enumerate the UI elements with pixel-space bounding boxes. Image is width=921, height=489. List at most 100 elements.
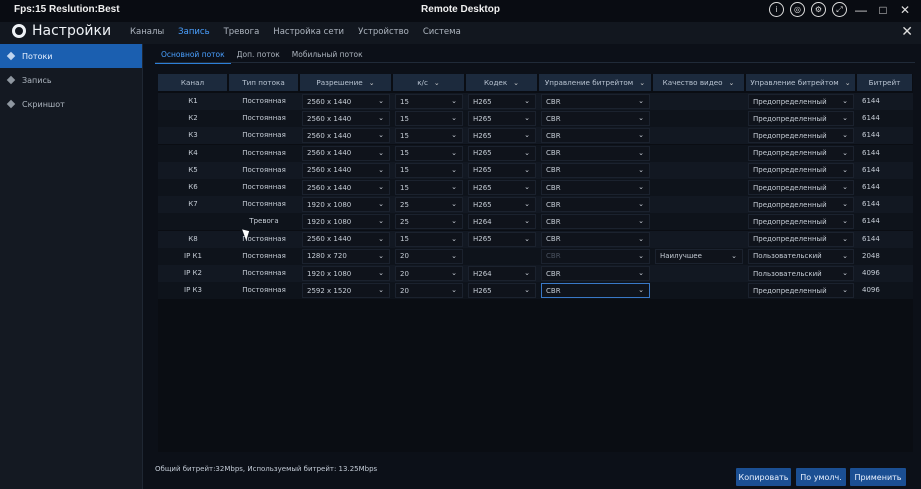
cell-select[interactable]: 2560 x 1440 ⌄ (302, 111, 390, 127)
cell-select[interactable]: CBR ⌄ (541, 180, 650, 195)
cell-select[interactable]: 1920 x 1080 ⌄ (302, 197, 390, 213)
cell-select[interactable]: 2560 x 1440 ⌄ (302, 94, 390, 109)
cell-select[interactable]: 20 ⌄ (395, 248, 463, 264)
cell-select[interactable]: Предопределенный ⌄ (748, 128, 854, 144)
sidebar-item-1[interactable]: Запись (0, 68, 142, 92)
table-cell: К6 (188, 183, 198, 191)
sidebar-item-0[interactable]: Потоки (0, 44, 142, 68)
column-header-2[interactable]: Разрешение ⌄ (300, 74, 392, 91)
chevron-down-icon: ⌄ (378, 131, 384, 140)
column-header-label: Качество видео (662, 78, 723, 87)
cell-select[interactable]: Предопределенный ⌄ (748, 94, 854, 109)
column-header-3[interactable]: к/с ⌄ (393, 74, 465, 91)
cell-select[interactable]: H265 ⌄ (468, 283, 536, 299)
cell-select[interactable]: 20 ⌄ (395, 266, 463, 281)
cell-select[interactable]: H265 ⌄ (468, 145, 536, 161)
cell-select[interactable]: CBR ⌄ (541, 128, 650, 144)
cell-select[interactable]: Предопределенный ⌄ (748, 197, 854, 213)
cell-select[interactable]: H265 ⌄ (468, 197, 536, 213)
chevron-down-icon: ⌄ (378, 165, 384, 174)
cell-select[interactable]: H265 ⌄ (468, 128, 536, 144)
table-cell: 2048 (862, 251, 880, 260)
cell-select[interactable]: 2592 x 1520 ⌄ (302, 283, 390, 299)
column-header-label: Битрейт (868, 78, 901, 87)
column-header-6[interactable]: Качество видео ⌄ (653, 74, 745, 91)
cell-select[interactable]: 2560 x 1440 ⌄ (302, 180, 390, 195)
cell-select[interactable]: 1920 x 1080 ⌄ (302, 266, 390, 281)
chevron-down-icon: ⌄ (433, 78, 440, 87)
cell-select[interactable]: 2560 x 1440 ⌄ (302, 231, 390, 247)
cell-select[interactable]: 15 ⌄ (395, 111, 463, 127)
cell-select[interactable]: 15 ⌄ (395, 145, 463, 161)
cell-select[interactable]: CBR ⌄ (541, 266, 650, 281)
default-button[interactable]: По умолч. (796, 468, 846, 486)
cell-select[interactable]: Пользовательский ⌄ (748, 248, 854, 264)
column-header-5[interactable]: Управление битрейтом ⌄ (539, 74, 652, 91)
nav-tab-4[interactable]: Устройство (358, 27, 409, 37)
settings-logo: Настройки (12, 23, 111, 39)
select-value: CBR (546, 286, 561, 295)
nav-tab-5[interactable]: Система (423, 27, 461, 37)
cell-select[interactable]: Предопределенный ⌄ (748, 214, 854, 230)
column-header-4[interactable]: Кодек ⌄ (466, 74, 538, 91)
cell-select[interactable]: 15 ⌄ (395, 180, 463, 195)
nav-tab-0[interactable]: Каналы (130, 27, 164, 37)
table-cell: 6144 (862, 183, 880, 191)
cell-select[interactable]: 15 ⌄ (395, 94, 463, 109)
cell-select[interactable]: CBR ⌄ (541, 214, 650, 230)
apply-button[interactable]: Применить (850, 468, 906, 486)
close-settings-button[interactable]: ✕ (901, 24, 913, 40)
cell-select[interactable]: 2560 x 1440 ⌄ (302, 162, 390, 178)
cell-select[interactable]: 2560 x 1440 ⌄ (302, 145, 390, 161)
maximize-button[interactable]: □ (875, 3, 891, 17)
cell-select[interactable]: CBR ⌄ (541, 197, 650, 213)
cell-select[interactable]: 1920 x 1080 ⌄ (302, 214, 390, 230)
column-header-7[interactable]: Управление битрейтом ⌄ (746, 74, 856, 91)
cell-select[interactable]: CBR ⌄ (541, 283, 650, 299)
cell-select[interactable]: Пользовательский ⌄ (748, 266, 854, 281)
cell-select[interactable]: 25 ⌄ (395, 197, 463, 213)
nav-tab-2[interactable]: Тревога (224, 27, 260, 37)
cell-select[interactable]: CBR ⌄ (541, 111, 650, 127)
table-cell: 6144 (862, 200, 880, 209)
cell-select[interactable]: Предопределенный ⌄ (748, 180, 854, 195)
chevron-down-icon: ⌄ (842, 148, 848, 157)
cell-select[interactable]: CBR ⌄ (541, 94, 650, 109)
cell-select[interactable]: CBR ⌄ (541, 231, 650, 247)
cell-select[interactable]: H265 ⌄ (468, 180, 536, 195)
nav-tab-3[interactable]: Настройка сети (273, 27, 344, 37)
minimize-button[interactable]: — (853, 3, 869, 17)
cell-select[interactable]: CBR ⌄ (541, 162, 650, 178)
copy-button[interactable]: Копировать (736, 468, 791, 486)
nav-tab-1[interactable]: Запись (178, 27, 209, 37)
cell-select[interactable]: H264 ⌄ (468, 266, 536, 281)
cell-select[interactable]: Предопределенный ⌄ (748, 162, 854, 178)
sidebar-item-2[interactable]: Скриншот (0, 92, 142, 116)
record-icon[interactable]: ◎ (790, 2, 805, 17)
cell-select[interactable]: Предопределенный ⌄ (748, 145, 854, 161)
info-icon[interactable]: i (769, 2, 784, 17)
cell-select[interactable]: H264 ⌄ (468, 214, 536, 230)
cell-select[interactable]: 20 ⌄ (395, 283, 463, 299)
cell-select[interactable]: Наилучшее ⌄ (655, 248, 743, 264)
cell-select[interactable]: 15 ⌄ (395, 162, 463, 178)
cell-select[interactable]: CBR ⌄ (541, 145, 650, 161)
cell-select[interactable]: CBR ⌄ (541, 248, 650, 264)
cell-select[interactable]: H265 ⌄ (468, 94, 536, 109)
cell-select[interactable]: 2560 x 1440 ⌄ (302, 128, 390, 144)
chevron-down-icon: ⌄ (378, 114, 384, 123)
cell-select[interactable]: 15 ⌄ (395, 128, 463, 144)
cell-select[interactable]: 15 ⌄ (395, 231, 463, 247)
settings-icon[interactable]: ⚙ (811, 2, 826, 17)
close-window-button[interactable]: ✕ (897, 3, 913, 17)
cell-select[interactable]: H265 ⌄ (468, 231, 536, 247)
cell-select[interactable]: H265 ⌄ (468, 111, 536, 127)
cell-select[interactable]: Предопределенный ⌄ (748, 111, 854, 127)
cell-select[interactable]: Предопределенный ⌄ (748, 283, 854, 299)
cell-select[interactable]: H265 ⌄ (468, 162, 536, 178)
fullscreen-icon[interactable]: ⤢ (832, 2, 847, 17)
cell-select[interactable]: 25 ⌄ (395, 214, 463, 230)
cell-select[interactable]: 1280 x 720 ⌄ (302, 248, 390, 264)
cell-select[interactable]: Предопределенный ⌄ (748, 231, 854, 247)
select-value: 15 (400, 114, 409, 123)
